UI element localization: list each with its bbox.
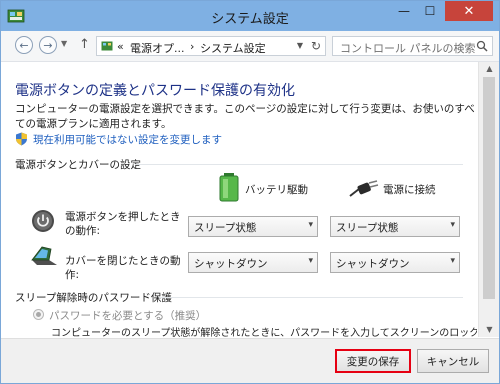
section-divider: [159, 297, 463, 298]
section-divider: [135, 164, 463, 165]
close-icon: ✕: [463, 3, 475, 19]
back-button[interactable]: ←: [15, 36, 33, 54]
close-button[interactable]: ✕: [445, 1, 493, 21]
select-value: スリープ状態: [336, 222, 399, 234]
password-section-header: スリープ解除時のパスワード保護: [15, 292, 172, 304]
require-password-label: パスワードを必要とする（推奨）: [49, 310, 207, 322]
control-panel-icon: [101, 41, 113, 51]
change-unavailable-settings-link[interactable]: 現在利用可能ではない設定を変更します: [33, 132, 222, 147]
laptop-lid-icon: [31, 246, 57, 265]
address-bar[interactable]: « 電源オプ... › システム設定 ▼ ↻: [96, 36, 326, 56]
footer-bar: 変更の保存 キャンセル: [1, 338, 499, 383]
content-area: 電源ボタンの定義とパスワード保護の有効化 コンピューターの電源設定を選択できます…: [1, 62, 477, 337]
title-bar[interactable]: システム設定 — ☐ ✕: [1, 1, 499, 31]
scrollbar-thumb[interactable]: [483, 77, 495, 299]
chevron-down-icon[interactable]: ▼: [297, 41, 303, 50]
maximize-button[interactable]: ☐: [417, 1, 443, 21]
breadcrumb-power-options[interactable]: 電源オプ...: [130, 40, 185, 56]
system-settings-window: システム設定 — ☐ ✕ ← → ▼ ↑ « 電源オプ... › システム設定 …: [0, 0, 500, 384]
vertical-scrollbar[interactable]: ▲ ▼: [478, 62, 499, 337]
select-value: シャットダウン: [194, 258, 268, 270]
lid-battery-select[interactable]: シャットダウン ▾: [188, 252, 318, 273]
require-password-radio[interactable]: [33, 309, 44, 320]
up-arrow-icon[interactable]: ↑: [79, 37, 90, 52]
power-button-battery-select[interactable]: スリープ状態 ▾: [188, 216, 318, 237]
plug-icon: [349, 180, 379, 197]
plugged-column-label: 電源に接続: [383, 184, 436, 196]
chevron-down-icon: ▾: [308, 256, 313, 266]
search-input[interactable]: コントロール パネルの検索: [332, 36, 493, 56]
save-changes-button[interactable]: 変更の保存: [335, 349, 411, 373]
page-description: コンピューターの電源設定を選択できます。このページの設定に対して行う変更は、お使…: [15, 103, 475, 130]
cancel-button[interactable]: キャンセル: [417, 349, 489, 373]
breadcrumb-overflow[interactable]: «: [117, 40, 124, 53]
power-button-icon: [32, 210, 54, 232]
arrow-right-icon: →: [43, 38, 53, 52]
page-title: 電源ボタンの定義とパスワード保護の有効化: [15, 83, 295, 99]
arrow-left-icon: ←: [19, 38, 29, 52]
battery-icon: [219, 173, 239, 202]
search-placeholder: コントロール パネルの検索: [340, 42, 476, 55]
breadcrumb-separator[interactable]: ›: [190, 40, 194, 53]
select-value: シャットダウン: [336, 258, 410, 270]
search-icon: [476, 40, 488, 52]
scroll-down-icon[interactable]: ▼: [479, 323, 499, 337]
uac-shield-icon: [16, 132, 27, 146]
lid-close-action-label: カバーを閉じたときの動作:: [65, 255, 181, 281]
maximize-icon: ☐: [424, 4, 436, 18]
power-button-action-label: 電源ボタンを押したときの動作:: [65, 211, 181, 237]
forward-button[interactable]: →: [39, 36, 57, 54]
require-password-description: コンピューターのスリープ状態が解除されたときに、パスワードを入力してスクリーンの…: [51, 328, 477, 337]
power-section-header: 電源ボタンとカバーの設定: [15, 159, 141, 171]
navigation-bar: ← → ▼ ↑ « 電源オプ... › システム設定 ▼ ↻ コントロール パネ…: [1, 31, 499, 62]
chevron-down-icon: ▾: [308, 220, 313, 230]
lid-plugged-select[interactable]: シャットダウン ▾: [330, 252, 460, 273]
chevron-down-icon: ▾: [450, 220, 455, 230]
breadcrumb-system-settings[interactable]: システム設定: [200, 40, 266, 56]
select-value: スリープ状態: [194, 222, 257, 234]
battery-column-label: バッテリ駆動: [245, 184, 308, 196]
minimize-icon: —: [398, 4, 410, 18]
refresh-icon[interactable]: ↻: [311, 39, 321, 53]
radio-selected-dot: [36, 312, 41, 317]
scroll-up-icon[interactable]: ▲: [479, 62, 499, 76]
minimize-button[interactable]: —: [391, 1, 417, 21]
power-button-plugged-select[interactable]: スリープ状態 ▾: [330, 216, 460, 237]
chevron-down-icon: ▾: [450, 256, 455, 266]
recent-pages-dropdown[interactable]: ▼: [61, 39, 67, 48]
